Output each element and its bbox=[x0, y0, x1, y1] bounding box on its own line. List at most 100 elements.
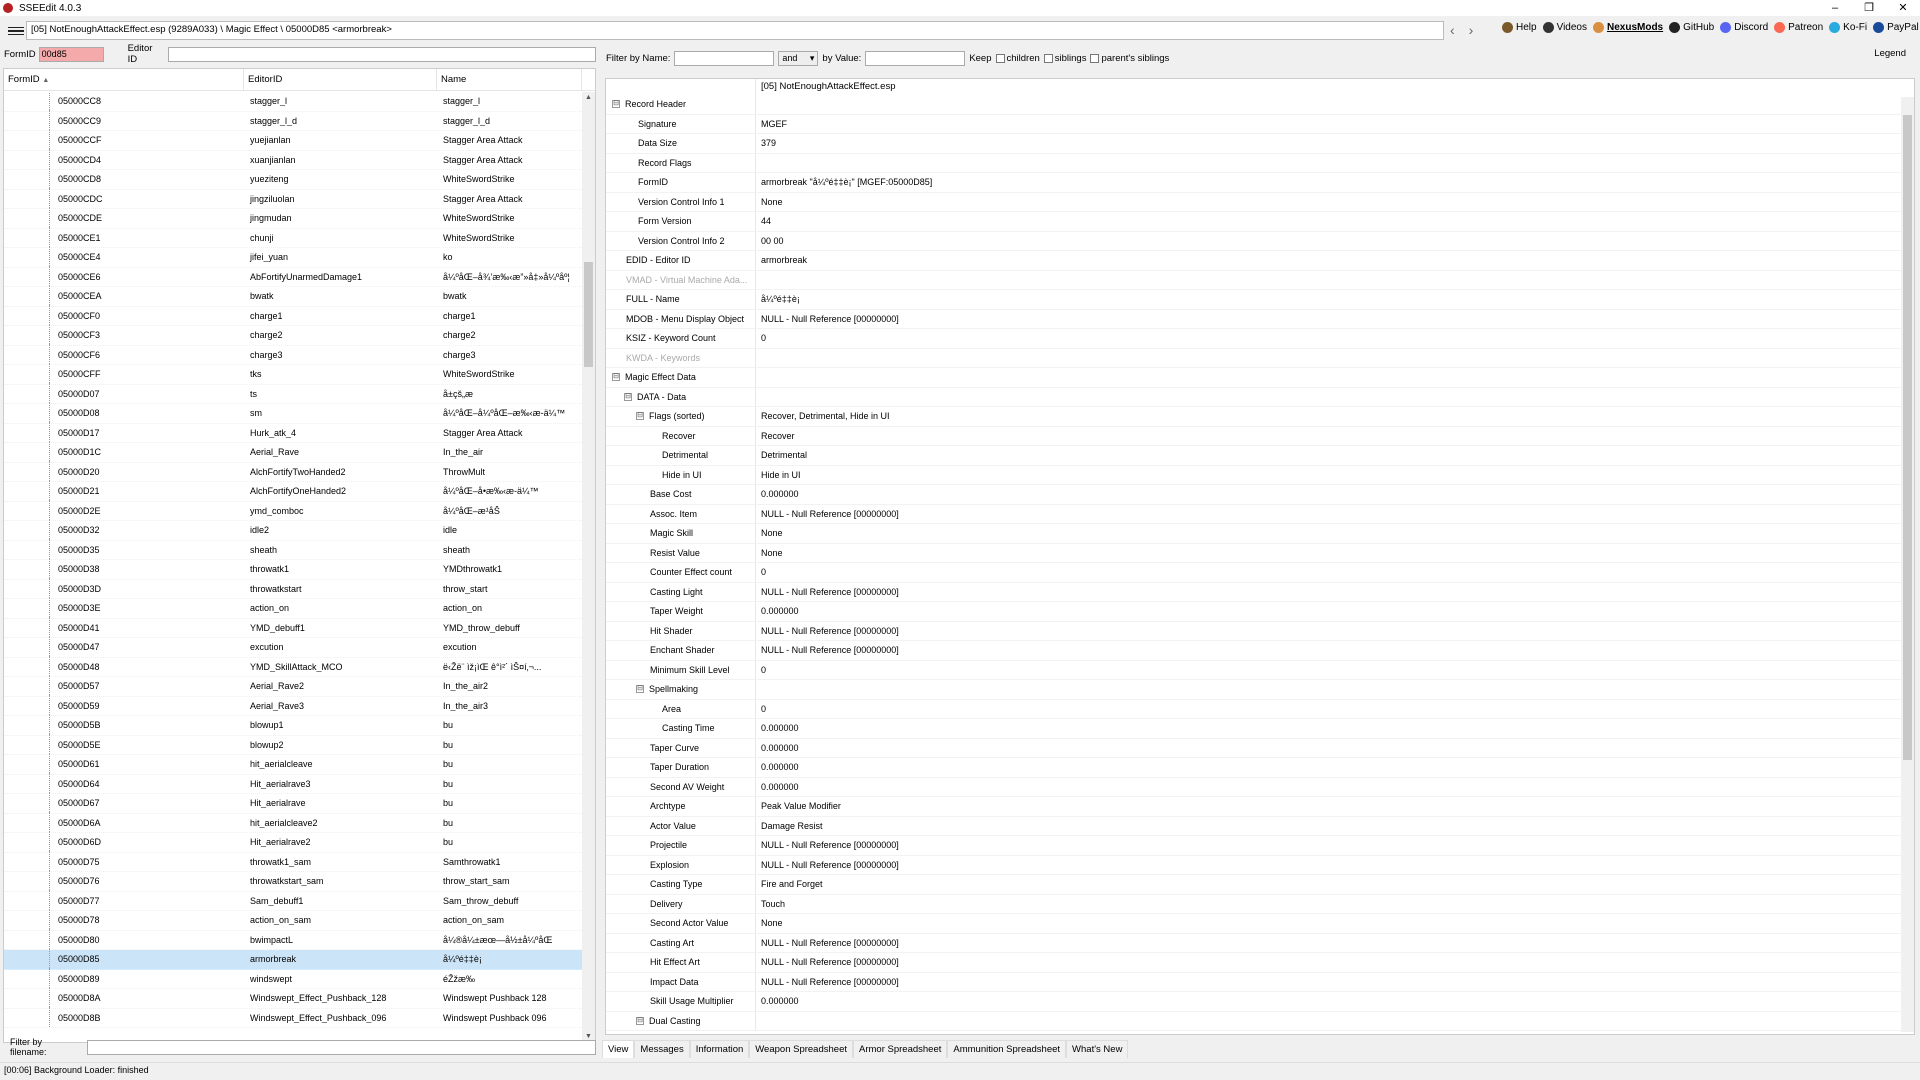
back-arrow-icon[interactable]: ‹ bbox=[1450, 22, 1455, 38]
paypal-link[interactable]: PayPal bbox=[1873, 22, 1919, 33]
table-row[interactable]: 05000D67 Hit_aerialrave bu bbox=[4, 792, 584, 814]
table-row[interactable]: 05000D85 armorbreak å¼ºé‡‡è¡ bbox=[4, 948, 584, 970]
menu-icon[interactable] bbox=[8, 26, 24, 36]
tree-row[interactable]: Taper Weight 0.000000 bbox=[606, 602, 1914, 622]
table-row[interactable]: 05000D47 excution excution bbox=[4, 636, 584, 658]
table-row[interactable]: 05000D07 ts å±çš„æ bbox=[4, 382, 584, 404]
table-row[interactable]: 05000D8A Windswept_Effect_Pushback_128 Win… bbox=[4, 987, 584, 1009]
view-scrollbar[interactable] bbox=[1901, 97, 1914, 1032]
tree-row[interactable]: Version Control Info 2 00 00 bbox=[606, 231, 1914, 251]
table-row[interactable]: 05000D20 AlchFortifyTwoHanded2 ThrowMult bbox=[4, 460, 584, 482]
tree-row[interactable]: Casting Art NULL - Null Reference [000000… bbox=[606, 933, 1914, 953]
list-scroll-thumb[interactable] bbox=[584, 262, 593, 367]
tree-row[interactable]: Version Control Info 1 None bbox=[606, 192, 1914, 212]
tree-row[interactable]: Magic Skill None bbox=[606, 524, 1914, 544]
tree-row[interactable]: ⊟ Dual Casting bbox=[606, 1011, 1914, 1031]
table-row[interactable]: 05000CEA bwatk bwatk bbox=[4, 285, 584, 307]
table-row[interactable]: 05000D78 action_on_sam action_on_sam bbox=[4, 909, 584, 931]
collapse-icon[interactable]: ⊟ bbox=[636, 412, 644, 421]
table-row[interactable]: 05000D08 sm å¼ºåŒ–å¼ºåŒ–æ‰‹æ-ä¼™ bbox=[4, 402, 584, 424]
tab-view[interactable]: View bbox=[602, 1040, 635, 1058]
table-row[interactable]: 05000CD4 xuanjianlan Stagger Area Attack bbox=[4, 148, 584, 170]
tree-row[interactable]: KWDA - Keywords bbox=[606, 348, 1914, 368]
table-row[interactable]: 05000D6A hit_aerialcleave2 bu bbox=[4, 811, 584, 833]
tree-row[interactable]: Skill Usage Multiplier 0.000000 bbox=[606, 992, 1914, 1012]
tree-row[interactable]: Taper Duration 0.000000 bbox=[606, 758, 1914, 778]
tree-row[interactable]: Enchant Shader NULL - Null Reference [000… bbox=[606, 641, 1914, 661]
table-row[interactable]: 05000D48 YMD_SkillAttack_MCO ë‹Žë¨ ìž¡ìŒ ê… bbox=[4, 655, 584, 677]
table-row[interactable]: 05000D38 throwatk1 YMDthrowatk1 bbox=[4, 558, 584, 580]
table-row[interactable]: 05000CC8 stagger_l stagger_l bbox=[4, 92, 584, 112]
table-row[interactable]: 05000CE4 jifei_yuan ko bbox=[4, 246, 584, 268]
tree-row[interactable]: Taper Curve 0.000000 bbox=[606, 738, 1914, 758]
tree-row[interactable]: Explosion NULL - Null Reference [00000000… bbox=[606, 855, 1914, 875]
tree-row[interactable]: Counter Effect count 0 bbox=[606, 563, 1914, 583]
tree-row[interactable]: Archtype Peak Value Modifier bbox=[606, 797, 1914, 817]
tab-weapon-spreadsheet[interactable]: Weapon Spreadsheet bbox=[749, 1040, 853, 1058]
tree-row[interactable]: ⊟ Record Header bbox=[606, 95, 1914, 115]
table-row[interactable]: 05000D61 hit_aerialcleave bu bbox=[4, 753, 584, 775]
help-link[interactable]: Help bbox=[1502, 22, 1537, 33]
tree-row[interactable]: Hit Effect Art NULL - Null Reference [000… bbox=[606, 953, 1914, 973]
tree-row[interactable]: FULL - Name å¼ºé‡‡è¡ bbox=[606, 290, 1914, 310]
collapse-icon[interactable]: ⊟ bbox=[624, 392, 632, 401]
patreon-link[interactable]: Patreon bbox=[1774, 22, 1823, 33]
tree-row[interactable]: Hide in UI Hide in UI bbox=[606, 465, 1914, 485]
tree-row[interactable]: Resist Value None bbox=[606, 543, 1914, 563]
tab-what-s-new[interactable]: What's New bbox=[1066, 1040, 1129, 1058]
table-row[interactable]: 05000D5B blowup1 bu bbox=[4, 714, 584, 736]
scroll-up-icon[interactable]: ▲ bbox=[582, 94, 595, 101]
collapse-icon[interactable]: ⊟ bbox=[636, 1016, 644, 1025]
tree-row[interactable]: Form Version 44 bbox=[606, 212, 1914, 232]
formid-input[interactable]: 00d85 bbox=[38, 46, 104, 62]
list-scrollbar[interactable]: ▲ ▼ bbox=[582, 92, 595, 1042]
table-row[interactable]: 05000D89 windswept éŽžæ‰ bbox=[4, 967, 584, 989]
editorid-input[interactable] bbox=[167, 46, 597, 62]
tree-row[interactable]: Assoc. Item NULL - Null Reference [000000… bbox=[606, 504, 1914, 524]
tree-row[interactable]: Data Size 379 bbox=[606, 134, 1914, 154]
table-row[interactable]: 05000D17 Hurk_atk_4 Stagger Area Attack bbox=[4, 421, 584, 443]
close-button[interactable]: ✕ bbox=[1886, 0, 1920, 16]
collapse-icon[interactable]: ⊟ bbox=[636, 685, 644, 694]
table-row[interactable]: 05000CF3 charge2 charge2 bbox=[4, 324, 584, 346]
filter-value-input[interactable] bbox=[865, 50, 966, 66]
table-row[interactable]: 05000D77 Sam_debuff1 Sam_throw_debuff bbox=[4, 889, 584, 911]
tree-row[interactable]: Second Actor Value None bbox=[606, 914, 1914, 934]
table-row[interactable]: 05000D35 sheath sheath bbox=[4, 538, 584, 560]
table-row[interactable]: 05000CE6 AbFortifyUnarmedDamage1 å¼ºåŒ–å¾’… bbox=[4, 265, 584, 287]
collapse-icon[interactable]: ⊟ bbox=[612, 373, 620, 382]
nexusmods-link[interactable]: NexusMods bbox=[1592, 22, 1663, 33]
tree-row[interactable]: Casting Time 0.000000 bbox=[606, 719, 1914, 739]
table-row[interactable]: 05000D59 Aerial_Rave3 In_the_air3 bbox=[4, 694, 584, 716]
kofi-link[interactable]: Ko-Fi bbox=[1829, 22, 1867, 33]
table-row[interactable]: 05000CCF yuejianlan Stagger Area Attack bbox=[4, 129, 584, 151]
column-name[interactable]: Name bbox=[437, 69, 582, 90]
table-row[interactable]: 05000CDC jingziluolan Stagger Area Attack bbox=[4, 187, 584, 209]
tree-row[interactable]: Casting Type Fire and Forget bbox=[606, 875, 1914, 895]
tree-row[interactable]: Recover Recover bbox=[606, 426, 1914, 446]
tree-row[interactable]: Record Flags bbox=[606, 153, 1914, 173]
table-row[interactable]: 05000D6D Hit_aerialrave2 bu bbox=[4, 831, 584, 853]
collapse-icon[interactable]: ⊟ bbox=[612, 100, 620, 109]
table-row[interactable]: 05000D57 Aerial_Rave2 In_the_air2 bbox=[4, 675, 584, 697]
children-checkbox[interactable]: children bbox=[995, 53, 1040, 64]
tree-row[interactable]: Area 0 bbox=[606, 699, 1914, 719]
table-row[interactable]: 05000D41 YMD_debuff1 YMD_throw_debuff bbox=[4, 616, 584, 638]
table-row[interactable]: 05000CD8 yueziteng WhiteSwordStrike bbox=[4, 168, 584, 190]
tree-row[interactable]: Actor Value Damage Resist bbox=[606, 816, 1914, 836]
tree-row[interactable]: Impact Data NULL - Null Reference [000000… bbox=[606, 972, 1914, 992]
view-scroll-thumb[interactable] bbox=[1903, 115, 1912, 760]
tree-row[interactable]: FormID armorbreak "å¼ºé‡‡è¡" [MGEF:05000D… bbox=[606, 173, 1914, 193]
discord-link[interactable]: Discord bbox=[1720, 22, 1768, 33]
table-row[interactable]: 05000D64 Hit_aerialrave3 bu bbox=[4, 772, 584, 794]
parents-siblings-checkbox[interactable]: parent's siblings bbox=[1090, 53, 1169, 64]
table-row[interactable]: 05000D3E action_on action_on bbox=[4, 597, 584, 619]
filter-filename-input[interactable] bbox=[86, 1039, 596, 1055]
table-row[interactable]: 05000CFF tks WhiteSwordStrike bbox=[4, 363, 584, 385]
table-row[interactable]: 05000D75 throwatk1_sam Samthrowatk1 bbox=[4, 850, 584, 872]
legend-button[interactable]: Legend bbox=[1874, 48, 1906, 59]
tree-row[interactable]: ⊟ Spellmaking bbox=[606, 680, 1914, 700]
table-row[interactable]: 05000CDE jingmudan WhiteSwordStrike bbox=[4, 207, 584, 229]
tab-ammunition-spreadsheet[interactable]: Ammunition Spreadsheet bbox=[947, 1040, 1067, 1058]
tree-row[interactable]: Signature MGEF bbox=[606, 114, 1914, 134]
